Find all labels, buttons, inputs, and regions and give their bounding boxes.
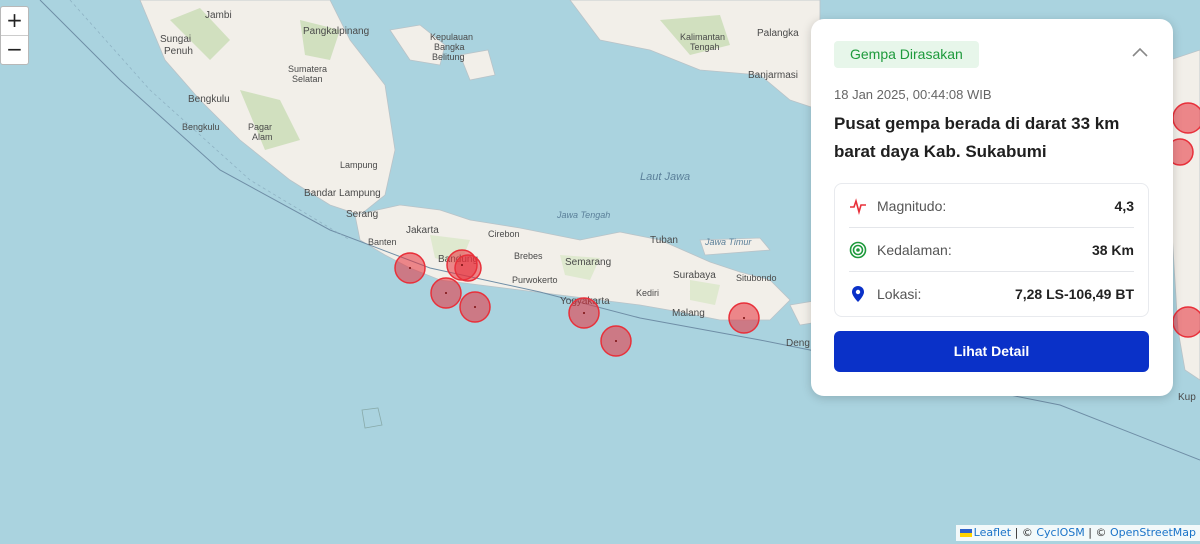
- label-banten: Banten: [368, 237, 397, 247]
- label-malang: Malang: [672, 308, 705, 319]
- detail-label: Magnitudo:: [877, 197, 947, 214]
- label-kediri: Kediri: [636, 288, 659, 298]
- label-purwokerto: Purwokerto: [512, 275, 558, 285]
- detail-row-location: Lokasi: 7,28 LS-106,49 BT: [849, 272, 1134, 315]
- label-jakarta: Jakarta: [406, 225, 439, 236]
- label-jawa-tengah: Jawa Tengah: [556, 210, 610, 220]
- detail-value: 4,3: [1114, 197, 1134, 214]
- leaflet-link[interactable]: Leaflet: [974, 526, 1011, 539]
- label-pagar-alam-2: Alam: [252, 132, 273, 142]
- label-pagar-alam: Pagar: [248, 122, 272, 132]
- detail-label: Lokasi:: [877, 285, 922, 302]
- label-palangka: Palangka: [757, 28, 799, 39]
- label-surabaya: Surabaya: [673, 270, 716, 281]
- label-bandar-lampung: Bandar Lampung: [304, 188, 381, 199]
- pulse-icon: [849, 197, 867, 215]
- cyclosm-link[interactable]: CyclOSM: [1036, 526, 1084, 539]
- map-attribution: Leaflet | © CyclOSM | © OpenStreetMap: [955, 525, 1200, 541]
- detail-row-depth: Kedalaman: 38 Km: [849, 228, 1134, 272]
- label-pangkalpinang: Pangkalpinang: [303, 26, 369, 37]
- label-kalimantan-tengah: Kalimantan: [680, 32, 725, 42]
- status-badge: Gempa Dirasakan: [834, 41, 979, 68]
- label-kalimantan-tengah-2: Tengah: [690, 42, 720, 52]
- event-datetime: 18 Jan 2025, 00:44:08 WIB: [834, 87, 992, 102]
- quake-marker[interactable]: [1172, 102, 1200, 134]
- view-detail-button[interactable]: Lihat Detail: [834, 331, 1149, 372]
- event-title: Pusat gempa berada di darat 33 km barat …: [834, 114, 1120, 161]
- depth-icon: [849, 241, 867, 259]
- label-semarang: Semarang: [565, 257, 611, 268]
- event-details: Magnitudo: 4,3 Kedalaman: 38 Km Lokasi: …: [834, 183, 1149, 317]
- zoom-out-button[interactable]: −: [1, 35, 28, 64]
- label-situbondo: Situbondo: [736, 273, 777, 283]
- zoom-control: + −: [0, 6, 29, 65]
- label-sumatera-selatan-2: Selatan: [292, 74, 323, 84]
- detail-row-magnitude: Magnitudo: 4,3: [849, 184, 1134, 228]
- label-lampung: Lampung: [340, 160, 378, 170]
- label-bangka-belitung-3: Belitung: [432, 52, 465, 62]
- label-banjarmasin: Banjarmasi: [748, 70, 798, 81]
- label-tuban: Tuban: [650, 235, 678, 246]
- label-bengkulu: Bengkulu: [188, 94, 230, 105]
- openstreetmap-link[interactable]: OpenStreetMap: [1110, 526, 1196, 539]
- label-serang: Serang: [346, 209, 378, 220]
- label-bangka-belitung: Kepulauan: [430, 32, 473, 42]
- attribution-separator: | ©: [1084, 526, 1110, 539]
- label-cirebon: Cirebon: [488, 229, 520, 239]
- label-brebes: Brebes: [514, 251, 543, 261]
- detail-label: Kedalaman:: [877, 241, 952, 258]
- quake-marker[interactable]: [1172, 306, 1200, 338]
- label-sumatera-selatan: Sumatera: [288, 64, 327, 74]
- label-jambi: Jambi: [205, 10, 232, 21]
- chevron-up-icon[interactable]: [1131, 45, 1149, 59]
- label-sungai-penuh: Sungai: [160, 34, 191, 45]
- detail-value: 7,28 LS-106,49 BT: [1014, 285, 1134, 302]
- ukraine-flag-icon: [959, 529, 972, 537]
- label-jawa-timur: Jawa Timur: [704, 237, 752, 247]
- location-pin-icon: [849, 285, 867, 303]
- label-laut-jawa: Laut Jawa: [640, 171, 690, 183]
- detail-value: 38 Km: [1091, 241, 1134, 258]
- label-kupang: Kup: [1178, 392, 1196, 403]
- label-bengkulu-prov: Bengkulu: [182, 122, 220, 132]
- earthquake-info-card: Gempa Dirasakan 18 Jan 2025, 00:44:08 WI…: [811, 19, 1173, 396]
- quake-marker[interactable]: [454, 254, 482, 282]
- zoom-in-button[interactable]: +: [1, 7, 28, 35]
- label-denpasar: Deng: [786, 338, 810, 349]
- label-bangka-belitung-2: Bangka: [434, 42, 465, 52]
- attribution-separator: | ©: [1011, 526, 1037, 539]
- label-sungai-penuh-2: Penuh: [164, 46, 193, 57]
